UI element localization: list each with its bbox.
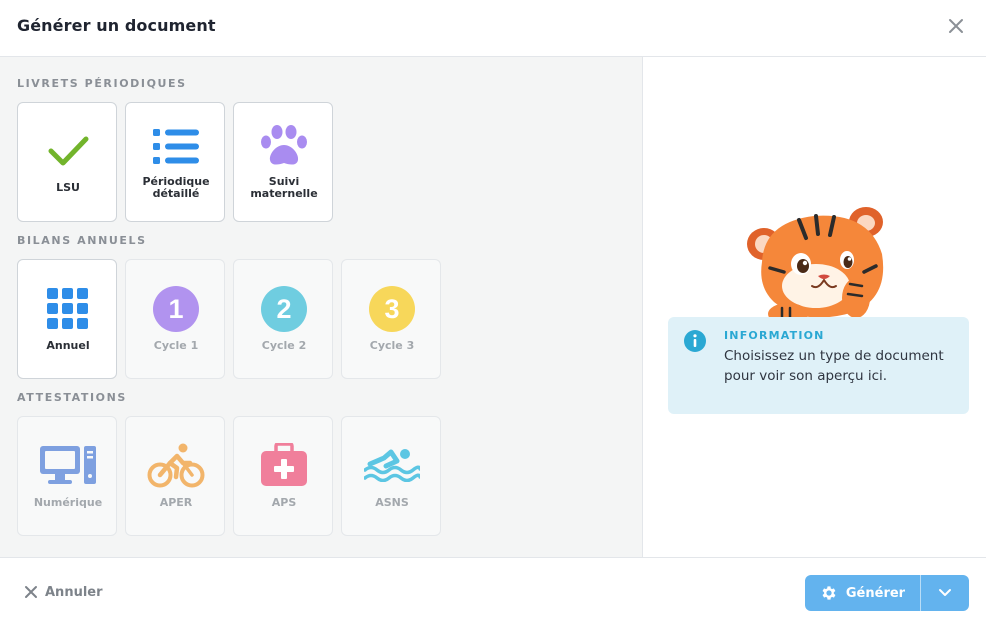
gear-icon [822,586,836,600]
generate-button[interactable]: Générer [805,575,921,611]
swimmer-icon [342,447,442,483]
bicycle-icon [126,441,226,489]
card-label-line-2: maternelle [250,187,318,200]
card-numerique[interactable]: Numérique [17,416,117,536]
dialog-footer: Annuler Générer [0,557,986,625]
computer-icon [18,444,118,488]
card-cycle-3[interactable]: 3 Cycle 3 [341,259,441,379]
paw-icon [234,124,334,168]
cancel-label: Annuler [45,584,103,600]
close-icon[interactable] [946,16,966,36]
tiger-mascot-image [744,202,894,332]
info-icon [684,330,706,352]
info-title: INFORMATION [724,329,825,342]
section-title-livrets: LIVRETS PÉRIODIQUES [17,77,187,90]
generate-button-group: Générer [805,575,969,611]
number-3-icon: 3 [342,285,442,333]
card-periodique-detaille[interactable]: Périodique détaillé [125,102,225,222]
first-aid-kit-icon [234,442,334,488]
document-type-panel: LIVRETS PÉRIODIQUES LSU Périodique détail… [0,57,643,557]
card-label: Cycle 1 [153,339,199,352]
info-text: Choisissez un type de document pour voir… [724,348,944,384]
card-label: Annuel [46,339,90,352]
card-label: APS [271,496,297,509]
svg-text:2: 2 [276,294,291,324]
list-icon [126,127,226,167]
card-aps[interactable]: APS [233,416,333,536]
grid-icon [18,288,118,330]
card-label: ASNS [375,496,409,509]
card-label: APER [159,496,193,509]
chevron-down-icon [939,589,951,596]
generate-options-dropdown[interactable] [921,575,969,611]
card-label: Numérique [33,496,103,509]
card-label: Cycle 3 [369,339,415,352]
svg-text:3: 3 [384,294,399,324]
number-2-icon: 2 [234,285,334,333]
card-label: Cycle 2 [261,339,307,352]
cancel-button[interactable]: Annuler [24,582,103,602]
card-asns[interactable]: ASNS [341,416,441,536]
dialog-title: Générer un document [17,16,216,35]
card-cycle-2[interactable]: 2 Cycle 2 [233,259,333,379]
close-icon [25,586,37,598]
card-cycle-1[interactable]: 1 Cycle 1 [125,259,225,379]
checkmark-icon [18,133,118,169]
information-box: INFORMATION Choisissez un type de docume… [668,317,969,414]
card-label-line-2: détaillé [152,187,200,200]
section-title-attestations: ATTESTATIONS [17,391,127,404]
card-label: Périodique détaillé [130,176,222,200]
card-aper[interactable]: APER [125,416,225,536]
card-label: LSU [56,181,80,194]
dialog-header: Générer un document [0,0,986,57]
card-lsu[interactable]: LSU [17,102,117,222]
generate-label: Générer [845,585,906,601]
card-annuel[interactable]: Annuel [17,259,117,379]
card-suivi-maternelle[interactable]: Suivi maternelle [233,102,333,222]
svg-text:1: 1 [168,294,183,324]
preview-panel: INFORMATION Choisissez un type de docume… [644,57,986,557]
card-label: Suivi maternelle [238,176,330,200]
number-1-icon: 1 [126,285,226,333]
section-title-bilans: BILANS ANNUELS [17,234,147,247]
